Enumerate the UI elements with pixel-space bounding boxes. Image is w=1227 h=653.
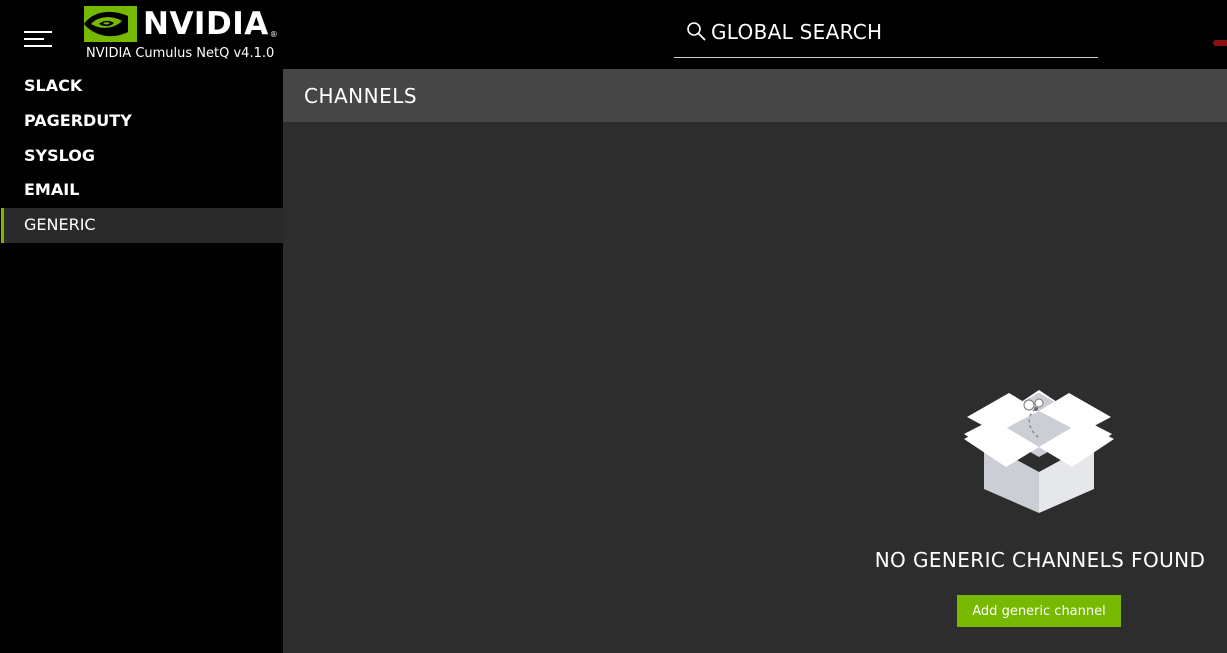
add-generic-channel-button[interactable]: Add generic channel	[957, 595, 1121, 627]
sidebar-item-email[interactable]: EMAIL	[1, 173, 283, 208]
empty-state-message: NO GENERIC CHANNELS FOUND	[874, 548, 1206, 572]
main-content: CHANNELS NO GENERIC CHANNELS FOUND Add g…	[283, 69, 1227, 653]
search-icon	[687, 22, 706, 41]
brand-wordmark: NVIDIA	[143, 5, 269, 42]
sidebar-item-generic[interactable]: GENERIC	[1, 208, 283, 243]
registered-mark: ®	[269, 30, 278, 39]
nvidia-logo[interactable]: NVIDIA ®	[84, 5, 278, 43]
page-title: CHANNELS	[283, 69, 1227, 122]
empty-box-icon	[964, 390, 1114, 513]
sidebar-item-slack[interactable]: SLACK	[1, 69, 283, 104]
search-label: GLOBAL SEARCH	[711, 20, 883, 44]
sidebar-item-syslog[interactable]: SYSLOG	[1, 139, 283, 174]
product-version: NVIDIA Cumulus NetQ v4.1.0	[86, 46, 275, 61]
hamburger-menu-icon[interactable]	[24, 29, 52, 49]
nvidia-eye-icon	[84, 6, 137, 42]
sidebar: SLACK PAGERDUTY SYSLOG EMAIL GENERIC	[1, 69, 283, 653]
sidebar-item-pagerduty[interactable]: PAGERDUTY	[1, 104, 283, 139]
top-bar: NVIDIA ® NVIDIA Cumulus NetQ v4.1.0 GLOB…	[0, 0, 1227, 69]
status-indicator	[1213, 40, 1227, 46]
global-search[interactable]: GLOBAL SEARCH	[674, 12, 1098, 58]
